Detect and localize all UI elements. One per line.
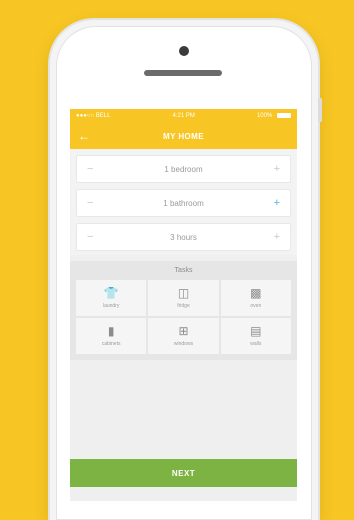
- hours-minus-button[interactable]: −: [87, 231, 93, 243]
- speaker-dot: [197, 72, 201, 76]
- arrow-left-icon[interactable]: ←: [78, 129, 90, 143]
- bedroom-plus-button[interactable]: +: [274, 163, 280, 175]
- task-laundry[interactable]: 👕 laundry: [76, 280, 147, 316]
- tasks-title: Tasks: [174, 267, 193, 274]
- oven-icon: ▩: [250, 286, 262, 300]
- hours-stepper: − 3 hours +: [76, 223, 291, 251]
- bathroom-value: 1 bathroom: [163, 198, 204, 208]
- task-cabinets[interactable]: ▮ cabinets: [76, 318, 147, 354]
- bathroom-plus-button[interactable]: +: [274, 197, 280, 209]
- bedroom-minus-button[interactable]: −: [87, 163, 93, 175]
- tasks-grid: 👕 laundry ◫ fridge ▩ oven ▮ cabinets ⊞ w…: [76, 280, 291, 354]
- task-windows[interactable]: ⊞ windows: [148, 318, 219, 354]
- status-bar: ●●●○○ BELL 4:21 PM 100%: [70, 109, 297, 123]
- task-fridge[interactable]: ◫ fridge: [148, 280, 219, 316]
- hours-value: 3 hours: [170, 232, 197, 242]
- bedroom-value: 1 bedroom: [164, 164, 203, 174]
- camera-dot: [179, 46, 189, 56]
- task-label: fridge: [177, 303, 190, 309]
- task-label: windows: [173, 341, 194, 347]
- app-screen: ●●●○○ BELL 4:21 PM 100% ← MY HOME − 1 be…: [70, 109, 297, 501]
- cabinet-icon: ▮: [107, 324, 115, 338]
- page-title: MY HOME: [163, 131, 204, 141]
- status-time: 4:21 PM: [172, 113, 195, 119]
- task-oven[interactable]: ▩ oven: [220, 280, 291, 316]
- battery-status: 100%: [256, 112, 291, 120]
- task-label: laundry: [102, 303, 120, 309]
- shirt-icon: 👕: [103, 286, 119, 300]
- task-label: cabinets: [101, 341, 121, 347]
- bedroom-stepper: − 1 bedroom +: [76, 155, 291, 183]
- window-icon: ⊞: [178, 324, 189, 338]
- stepper-list: − 1 bedroom + − 1 bathroom + − 3 hours +: [70, 149, 297, 255]
- side-button: [318, 98, 322, 122]
- fridge-icon: ◫: [177, 286, 190, 300]
- speaker-grille: [144, 70, 222, 76]
- task-walls[interactable]: ▤ walls: [220, 318, 291, 354]
- carrier-text: ●●●○○ BELL: [76, 113, 111, 119]
- bathroom-minus-button[interactable]: −: [87, 197, 93, 209]
- wall-icon: ▤: [250, 324, 262, 338]
- header: ← MY HOME: [70, 123, 297, 149]
- tasks-section: Tasks 👕 laundry ◫ fridge ▩ oven ▮ cabine…: [70, 261, 297, 360]
- bathroom-stepper: − 1 bathroom +: [76, 189, 291, 217]
- task-label: walls: [250, 341, 262, 347]
- hours-plus-button[interactable]: +: [274, 231, 280, 243]
- task-label: oven: [250, 303, 262, 309]
- battery-text: 100%: [256, 113, 273, 120]
- next-button[interactable]: NEXT: [70, 459, 297, 487]
- battery-icon: [276, 112, 291, 118]
